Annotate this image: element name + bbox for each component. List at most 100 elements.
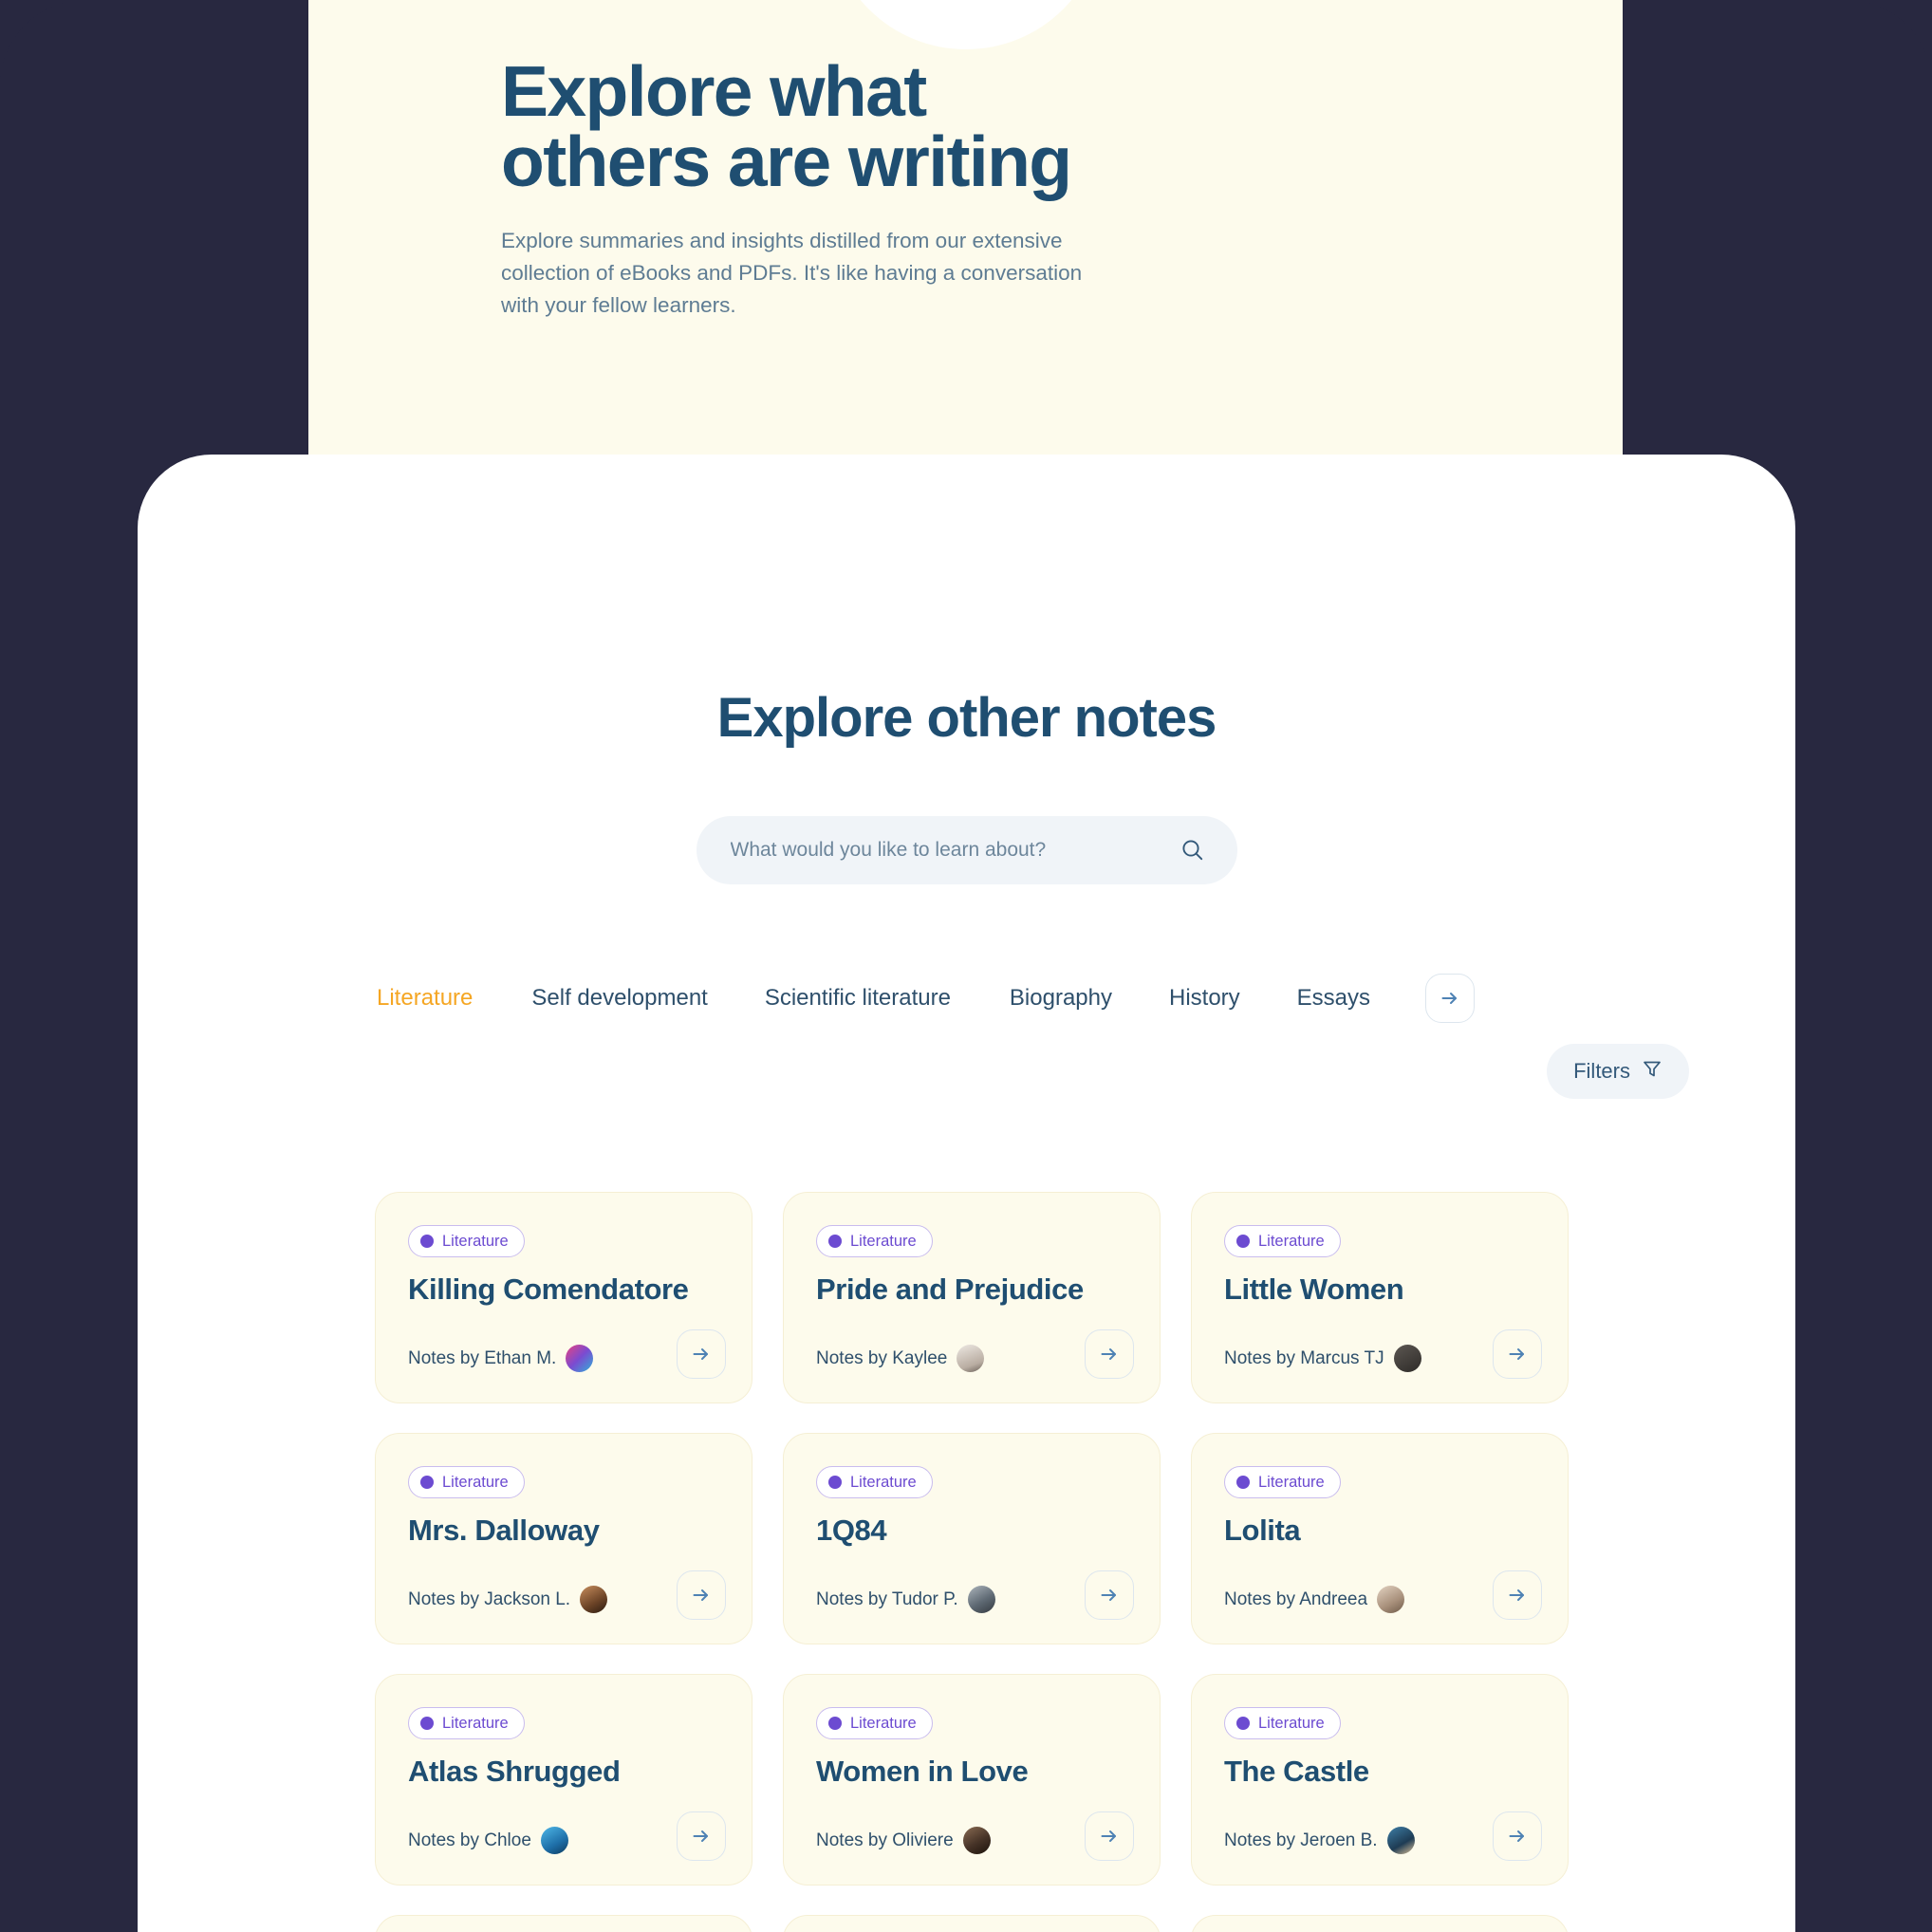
note-author-row: Notes by Tudor P. [816, 1586, 995, 1613]
avatar [1386, 1827, 1415, 1854]
note-author-row: Notes by Andreea [1224, 1586, 1405, 1613]
search-box[interactable] [696, 816, 1237, 884]
note-card[interactable]: Literature Little Women Notes by Marcus … [1191, 1192, 1569, 1403]
page-title: Explore other notes [716, 687, 1217, 749]
note-title: Women in Love [816, 1755, 1029, 1788]
badge-label: Literature [850, 1232, 917, 1250]
note-title: Pride and Prejudice [816, 1273, 1084, 1306]
note-author-row: Notes by Chloe [408, 1827, 568, 1854]
badge-label: Literature [442, 1473, 509, 1491]
arrow-right-icon [1098, 1343, 1121, 1365]
category-tabs: Literature Self development Scientific l… [377, 974, 1795, 1023]
note-open-button[interactable] [1085, 1329, 1134, 1379]
note-title: 1Q84 [816, 1514, 887, 1547]
avatar [566, 1345, 594, 1372]
note-open-button[interactable] [677, 1811, 726, 1861]
note-card[interactable] [375, 1915, 752, 1932]
explore-panel: Explore other notes Literature Self deve… [138, 455, 1795, 1932]
avatar [962, 1827, 991, 1854]
arrow-right-icon [1506, 1343, 1529, 1365]
note-author-row: Notes by Jeroen B. [1224, 1827, 1415, 1854]
hero-subtitle: Explore summaries and insights distilled… [501, 229, 1083, 318]
search-input[interactable] [730, 839, 1171, 862]
note-card[interactable]: Literature Atlas Shrugged Notes by Chloe [375, 1674, 752, 1886]
arrow-right-icon [1506, 1584, 1529, 1607]
badge-label: Literature [850, 1714, 917, 1732]
tab-essays[interactable]: Essays [1297, 985, 1370, 1012]
hero-section: Explore what others are writing Explore … [308, 0, 1623, 462]
note-open-button[interactable] [1493, 1570, 1542, 1620]
hero-title: Explore what others are writing [501, 56, 1450, 197]
tab-biography[interactable]: Biography [1010, 985, 1112, 1012]
note-author: Notes by Jackson L. [408, 1588, 571, 1609]
category-badge: Literature [408, 1225, 525, 1257]
avatar [957, 1345, 985, 1372]
category-badge: Literature [408, 1707, 525, 1739]
arrow-right-icon [690, 1584, 713, 1607]
note-title: Killing Comendatore [408, 1273, 689, 1306]
search-row [138, 816, 1795, 884]
badge-label: Literature [850, 1473, 917, 1491]
badge-dot-icon [1236, 1717, 1250, 1730]
note-open-button[interactable] [1085, 1570, 1134, 1620]
note-open-button[interactable] [677, 1329, 726, 1379]
badge-label: Literature [1258, 1714, 1325, 1732]
tab-history[interactable]: History [1169, 985, 1240, 1012]
search-icon[interactable] [1180, 838, 1205, 863]
note-card[interactable] [1191, 1915, 1569, 1932]
note-open-button[interactable] [1085, 1811, 1134, 1861]
hero-title-line-1: Explore what [501, 51, 927, 131]
note-title: Lolita [1224, 1514, 1301, 1547]
avatar [967, 1586, 995, 1613]
note-card[interactable]: Literature Lolita Notes by Andreea [1191, 1433, 1569, 1644]
tab-scientific-literature[interactable]: Scientific literature [765, 985, 951, 1012]
note-author-row: Notes by Marcus TJ [1224, 1345, 1421, 1372]
badge-dot-icon [420, 1235, 434, 1248]
badge-label: Literature [1258, 1473, 1325, 1491]
badge-label: Literature [442, 1232, 509, 1250]
tabs-next-button[interactable] [1425, 974, 1476, 1023]
notes-grid: Literature Killing Comendatore Notes by … [375, 1192, 1795, 1932]
avatar [1393, 1345, 1421, 1372]
filters-button[interactable]: Filters [1547, 1044, 1689, 1099]
tab-self-development[interactable]: Self development [531, 985, 707, 1012]
note-title: Little Women [1224, 1273, 1404, 1306]
note-author: Notes by Ethan M. [408, 1347, 557, 1368]
note-card[interactable]: Literature Killing Comendatore Notes by … [375, 1192, 752, 1403]
avatar [580, 1586, 608, 1613]
avatar [1377, 1586, 1405, 1613]
note-author-row: Notes by Kaylee [816, 1345, 985, 1372]
note-open-button[interactable] [1493, 1811, 1542, 1861]
category-badge: Literature [816, 1466, 933, 1498]
note-author: Notes by Chloe [408, 1830, 531, 1850]
note-card[interactable]: Literature The Castle Notes by Jeroen B. [1191, 1674, 1569, 1886]
hero-top-notch [827, 0, 1104, 49]
category-badge: Literature [1224, 1707, 1341, 1739]
note-open-button[interactable] [1493, 1329, 1542, 1379]
arrow-right-icon [1098, 1584, 1121, 1607]
hero-title-line-2: others are writing [501, 121, 1072, 201]
category-badge: Literature [816, 1707, 933, 1739]
note-card[interactable]: Literature Women in Love Notes by Olivie… [783, 1674, 1161, 1886]
note-author: Notes by Tudor P. [816, 1588, 958, 1609]
badge-dot-icon [828, 1717, 842, 1730]
note-title: Mrs. Dalloway [408, 1514, 600, 1547]
category-badge: Literature [1224, 1225, 1341, 1257]
filters-row: Filters [138, 1044, 1795, 1099]
note-card[interactable]: Literature Pride and Prejudice Notes by … [783, 1192, 1161, 1403]
note-author-row: Notes by Oliviere [816, 1827, 991, 1854]
arrow-right-icon [1506, 1825, 1529, 1848]
category-badge: Literature [816, 1225, 933, 1257]
tab-literature[interactable]: Literature [377, 985, 473, 1012]
note-open-button[interactable] [677, 1570, 726, 1620]
badge-dot-icon [1236, 1235, 1250, 1248]
screen-root: Explore what others are writing Explore … [0, 0, 1932, 1932]
category-badge: Literature [408, 1466, 525, 1498]
badge-dot-icon [420, 1717, 434, 1730]
note-card[interactable]: Literature 1Q84 Notes by Tudor P. [783, 1433, 1161, 1644]
arrow-right-icon [690, 1343, 713, 1365]
note-card[interactable] [783, 1915, 1161, 1932]
note-author: Notes by Jeroen B. [1224, 1830, 1378, 1850]
hero-content: Explore what others are writing Explore … [501, 56, 1450, 323]
note-card[interactable]: Literature Mrs. Dalloway Notes by Jackso… [375, 1433, 752, 1644]
